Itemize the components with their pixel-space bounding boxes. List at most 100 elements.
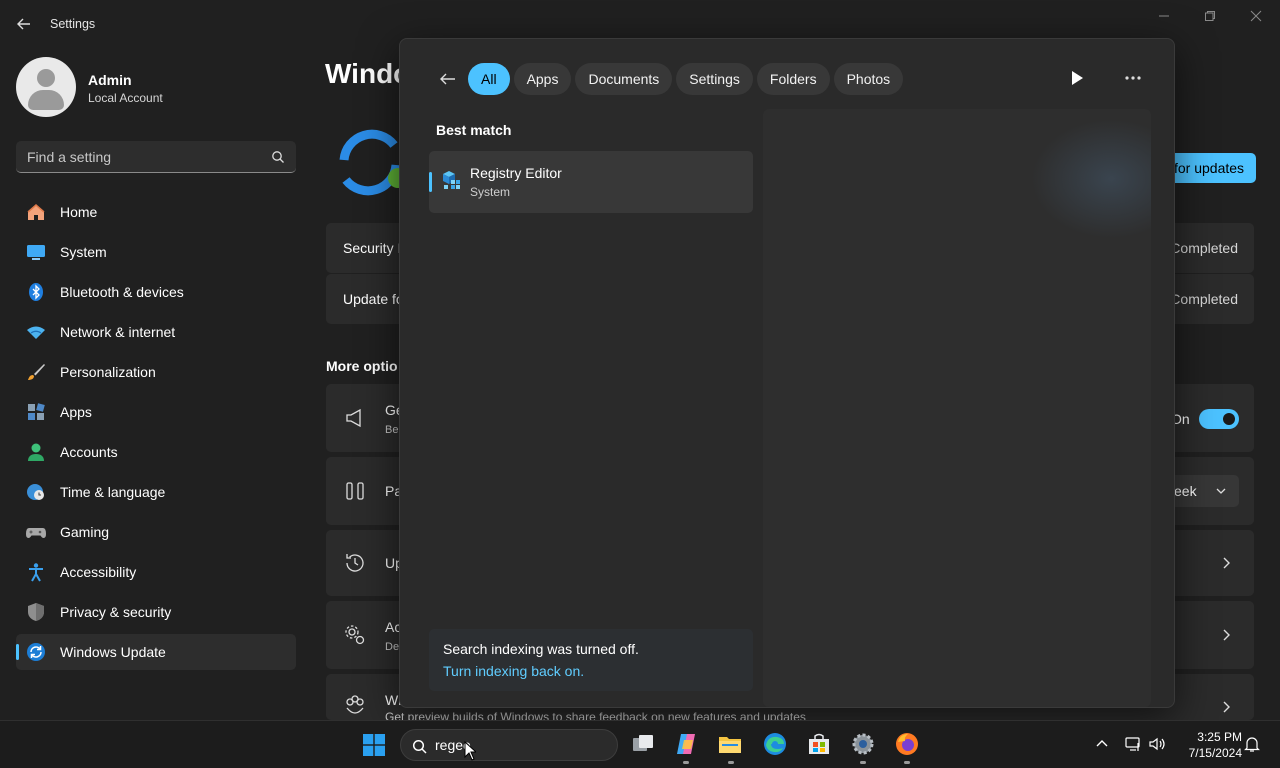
settings-icon[interactable] <box>850 731 876 757</box>
megaphone-icon <box>346 408 361 428</box>
sidebar-item-gaming[interactable]: Gaming <box>16 514 296 550</box>
sidebar-item-label: Time & language <box>60 484 166 500</box>
find-setting-box[interactable] <box>16 141 296 173</box>
indexing-notice-text: Search indexing was turned off. <box>443 641 639 657</box>
profile-account-type: Local Account <box>88 91 163 105</box>
sidebar-item-accounts[interactable]: Accounts <box>16 434 296 470</box>
bluetooth-icon <box>29 283 43 301</box>
accessibility-icon <box>29 563 43 582</box>
firefox-icon[interactable] <box>894 731 920 757</box>
chevron-right-icon <box>1223 701 1230 713</box>
filter-photos[interactable]: Photos <box>833 63 904 95</box>
best-match-result[interactable]: Registry Editor System <box>429 151 753 213</box>
sidebar-item-personalization[interactable]: Personalization <box>16 354 296 390</box>
notification-bell-icon[interactable] <box>1243 735 1261 753</box>
sidebar-nav: Home System Bluetooth & devices Network … <box>16 194 296 674</box>
filter-all[interactable]: All <box>468 63 510 95</box>
avatar <box>16 57 76 117</box>
running-indicator <box>728 761 734 764</box>
check-for-updates-label: for updates <box>1174 160 1245 176</box>
find-setting-input[interactable] <box>16 141 266 172</box>
search-icon[interactable] <box>271 150 285 164</box>
gamepad-icon <box>26 528 46 538</box>
sidebar-item-time-language[interactable]: Time & language <box>16 474 296 510</box>
sidebar-item-accessibility[interactable]: Accessibility <box>16 554 296 590</box>
sidebar-item-label: Home <box>60 204 98 220</box>
taskbar-search-box[interactable] <box>400 729 618 761</box>
sidebar-item-bluetooth[interactable]: Bluetooth & devices <box>16 274 296 310</box>
back-arrow-icon[interactable] <box>438 69 458 89</box>
minimize-icon <box>1159 15 1169 17</box>
update-name: Update fo <box>343 291 404 307</box>
chevron-up-icon[interactable] <box>1093 735 1111 753</box>
update-status: Completed <box>1170 291 1238 307</box>
search-icon <box>412 739 427 754</box>
chevron-right-icon <box>1223 629 1230 641</box>
filter-folders[interactable]: Folders <box>756 63 830 95</box>
system-icon <box>27 245 45 260</box>
volume-icon[interactable] <box>1148 735 1166 753</box>
update-name: Security I <box>343 240 402 256</box>
sidebar-item-label: Privacy & security <box>60 604 172 620</box>
clock-time: 3:25 PM <box>1197 730 1242 744</box>
windows-update-hero-icon <box>339 129 406 196</box>
running-indicator <box>904 761 910 764</box>
sidebar-item-label: System <box>60 244 107 260</box>
history-icon <box>346 554 364 572</box>
more-options-heading: More optio <box>326 358 398 374</box>
accounts-icon <box>28 443 44 461</box>
filter-documents[interactable]: Documents <box>575 63 673 95</box>
taskbar-clock[interactable]: 3:25 PM 7/15/2024 <box>1172 729 1242 761</box>
chevron-down-icon <box>1216 488 1226 494</box>
page-title: Windo <box>325 58 411 89</box>
registry-editor-icon <box>443 171 460 189</box>
file-explorer-icon[interactable] <box>717 731 743 757</box>
sidebar-item-system[interactable]: System <box>16 234 296 270</box>
minimize-button[interactable] <box>1141 6 1187 26</box>
option-subtitle: Be <box>385 424 399 436</box>
restore-icon <box>1205 11 1215 21</box>
task-view-icon[interactable] <box>630 731 656 757</box>
sidebar-item-privacy[interactable]: Privacy & security <box>16 594 296 630</box>
sidebar-item-label: Gaming <box>60 524 110 540</box>
update-icon <box>27 643 45 661</box>
result-subtitle: System <box>470 185 511 199</box>
get-latest-toggle[interactable] <box>1199 409 1239 429</box>
sidebar-item-apps[interactable]: Apps <box>16 394 296 430</box>
indexing-notice: Search indexing was turned off. Turn ind… <box>429 629 753 691</box>
brush-icon <box>28 364 45 380</box>
sidebar-item-label: Personalization <box>60 364 156 380</box>
more-options-icon[interactable] <box>1124 75 1142 81</box>
close-button[interactable] <box>1233 6 1279 26</box>
filter-settings[interactable]: Settings <box>676 63 753 95</box>
back-arrow-icon[interactable] <box>14 14 34 34</box>
option-subtitle: De <box>385 641 400 653</box>
sidebar-item-network[interactable]: Network & internet <box>16 314 296 350</box>
play-icon[interactable] <box>1070 70 1084 86</box>
maximize-button[interactable] <box>1187 6 1233 26</box>
chevron-right-icon <box>1223 557 1230 569</box>
sidebar-item-label: Apps <box>60 404 92 420</box>
running-indicator <box>860 761 866 764</box>
sidebar-item-windows-update[interactable]: Windows Update <box>16 634 296 670</box>
edge-icon[interactable] <box>762 731 788 757</box>
search-filter-tabs: All Apps Documents Settings Folders Phot… <box>468 63 904 95</box>
taskbar-search-input[interactable] <box>435 730 605 760</box>
turn-indexing-on-link[interactable]: Turn indexing back on. <box>443 663 584 679</box>
taskbar: 3:25 PM 7/15/2024 <box>0 720 1280 768</box>
pause-duration-value: eek <box>1174 483 1197 499</box>
pause-duration-dropdown[interactable]: eek <box>1168 475 1239 507</box>
running-indicator <box>683 761 689 764</box>
store-icon[interactable] <box>806 731 832 757</box>
copilot-icon[interactable] <box>673 731 699 757</box>
home-icon <box>27 204 45 220</box>
windows-start-icon[interactable] <box>363 734 385 756</box>
gear-advanced-icon <box>345 625 365 645</box>
globe-clock-icon <box>27 484 44 500</box>
search-flyout: All Apps Documents Settings Folders Phot… <box>399 38 1175 708</box>
network-icon[interactable] <box>1124 735 1142 753</box>
sidebar-item-home[interactable]: Home <box>16 194 296 230</box>
clock-date: 7/15/2024 <box>1188 746 1242 760</box>
filter-apps[interactable]: Apps <box>513 63 572 95</box>
pause-icon <box>346 482 364 500</box>
